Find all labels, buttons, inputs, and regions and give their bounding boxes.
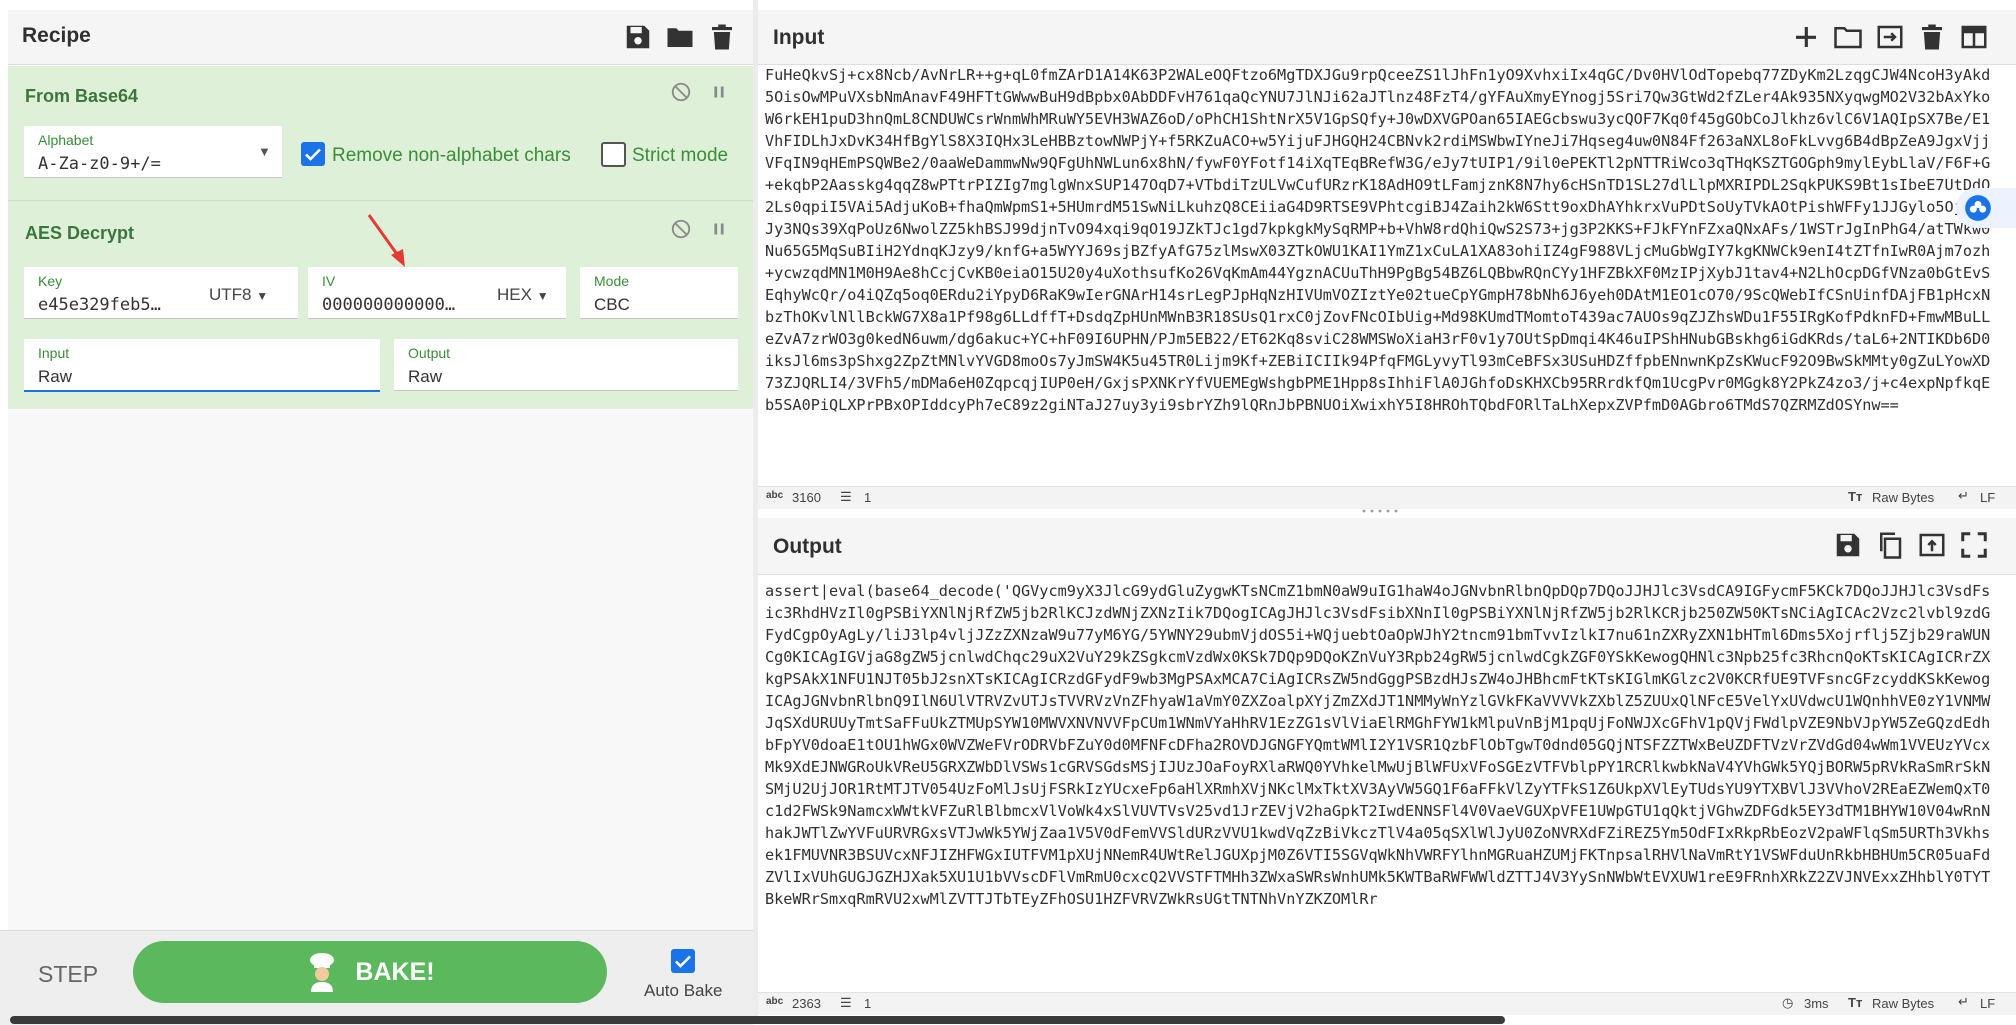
cloud-icon bbox=[1965, 195, 1991, 221]
eol-icon: ↵ bbox=[1958, 994, 1969, 1009]
bake-label: BAKE! bbox=[355, 957, 435, 986]
op-aes-decrypt: AES Decrypt Key e45e329feb5… UTF8 ▼ IV 0… bbox=[8, 201, 753, 409]
chevron-down-icon: ▼ bbox=[256, 289, 269, 303]
output-length: 2363 bbox=[792, 996, 821, 1011]
save-icon[interactable] bbox=[623, 22, 653, 52]
lines-icon: ☰ bbox=[840, 489, 852, 504]
input-length: 3160 bbox=[792, 490, 821, 505]
maximize-icon[interactable] bbox=[1959, 530, 1989, 560]
mode-value: CBC bbox=[594, 295, 630, 314]
eol-icon: ↵ bbox=[1958, 488, 1969, 503]
horizontal-scrollbar[interactable] bbox=[10, 1016, 1505, 1024]
recipe-header: Recipe bbox=[8, 10, 753, 65]
lines-icon: ☰ bbox=[840, 995, 852, 1010]
chevron-down-icon: ▼ bbox=[536, 289, 549, 303]
folder-icon[interactable] bbox=[665, 22, 695, 52]
iv-encoding-dropdown[interactable]: HEX ▼ bbox=[497, 285, 549, 305]
remove-nonalpha-checkbox[interactable] bbox=[301, 142, 325, 166]
input-status-bar: abc 3160 ☰ 1 Tт Raw Bytes ↵ LF bbox=[758, 486, 2016, 509]
copy-icon[interactable] bbox=[1875, 530, 1905, 560]
length-icon: abc bbox=[766, 490, 784, 501]
disable-icon[interactable] bbox=[670, 81, 692, 103]
recipe-title: Recipe bbox=[22, 24, 91, 47]
check-icon bbox=[675, 955, 691, 968]
mode-label: Mode bbox=[594, 273, 630, 289]
length-icon: abc bbox=[766, 996, 784, 1007]
open-folder-icon[interactable] bbox=[1833, 22, 1863, 52]
chef-icon bbox=[305, 952, 339, 992]
iv-label: IV bbox=[322, 273, 336, 289]
output-lines: 1 bbox=[864, 996, 872, 1011]
pane-divider[interactable] bbox=[753, 0, 758, 1024]
strict-mode-label: Strict mode bbox=[632, 145, 729, 166]
disable-icon[interactable] bbox=[670, 218, 692, 240]
step-button[interactable]: STEP bbox=[38, 961, 98, 988]
recipe-empty-area bbox=[8, 410, 753, 930]
output-format[interactable]: Raw Bytes bbox=[1872, 996, 1934, 1011]
annotation-arrow-icon bbox=[367, 214, 405, 267]
trash-icon[interactable] bbox=[707, 22, 737, 52]
import-icon[interactable] bbox=[1875, 22, 1905, 52]
chevron-down-icon: ▼ bbox=[258, 144, 271, 159]
alphabet-label: Alphabet bbox=[38, 132, 94, 148]
check-icon bbox=[305, 148, 321, 161]
auto-bake-label: Auto Bake bbox=[644, 981, 723, 1000]
pause-icon[interactable] bbox=[708, 218, 730, 240]
output-header: Output bbox=[758, 518, 2016, 575]
input-header: Input bbox=[758, 10, 2016, 65]
pause-icon[interactable] bbox=[708, 81, 730, 103]
op-aes-decrypt-title: AES Decrypt bbox=[25, 223, 135, 243]
input-eol[interactable]: LF bbox=[1980, 490, 1995, 505]
text-format-icon: Tт bbox=[1848, 489, 1863, 504]
input-format-value: Raw bbox=[38, 367, 73, 386]
op-from-base64-title: From Base64 bbox=[25, 86, 139, 106]
output-format-label: Output bbox=[408, 345, 451, 361]
output-eol[interactable]: LF bbox=[1980, 996, 1995, 1011]
output-time: 3ms bbox=[1804, 996, 1829, 1011]
output-textarea[interactable]: assert|eval(base64_decode('QGVycm9yX3Jlc… bbox=[765, 580, 1997, 991]
input-format[interactable]: Raw Bytes bbox=[1872, 490, 1934, 505]
input-title: Input bbox=[773, 26, 825, 49]
key-value: e45e329feb5… bbox=[38, 295, 161, 315]
key-label: Key bbox=[38, 273, 63, 289]
layout-icon[interactable] bbox=[1959, 22, 1989, 52]
key-encoding-value: UTF8 bbox=[209, 285, 252, 304]
input-format-label: Input bbox=[38, 345, 70, 361]
output-status-bar: abc 2363 ☰ 1 ◷ 3ms Tт Raw Bytes ↵ LF bbox=[758, 992, 2016, 1015]
remove-nonalpha-label: Remove non-alphabet chars bbox=[332, 145, 571, 166]
input-lines: 1 bbox=[864, 490, 872, 505]
iv-encoding-value: HEX bbox=[497, 285, 532, 304]
bake-button[interactable]: BAKE! bbox=[133, 941, 607, 1003]
text-format-icon: Tт bbox=[1848, 995, 1863, 1010]
resize-grip-icon[interactable] bbox=[1360, 509, 1400, 513]
key-field[interactable]: Key e45e329feb5… UTF8 ▼ bbox=[24, 267, 298, 319]
iv-field[interactable]: IV 000000000000… HEX ▼ bbox=[308, 267, 566, 319]
output-format-select[interactable]: Output Raw bbox=[394, 339, 738, 391]
clock-icon: ◷ bbox=[1782, 995, 1794, 1010]
input-textarea[interactable]: FuHeQkvSj+cx8Ncb/AvNrLR++g+qL0fmZArD1A14… bbox=[765, 64, 1997, 477]
replace-input-icon[interactable] bbox=[1917, 530, 1947, 560]
trash-icon[interactable] bbox=[1917, 22, 1947, 52]
iv-value: 000000000000… bbox=[322, 295, 456, 315]
alphabet-value: A-Za-z0-9+/= bbox=[38, 154, 161, 174]
output-title: Output bbox=[773, 535, 842, 558]
recipe-pane: Recipe From Base64 Alphabet A-Za-z0-9+/=… bbox=[0, 0, 754, 1025]
auto-bake-checkbox[interactable] bbox=[671, 949, 695, 973]
floating-widget[interactable] bbox=[1956, 188, 2016, 228]
bake-bar: STEP BAKE! Auto Bake bbox=[0, 930, 753, 1025]
alphabet-select[interactable]: Alphabet A-Za-z0-9+/= ▼ bbox=[24, 126, 282, 178]
mode-select[interactable]: Mode CBC bbox=[580, 267, 738, 319]
save-icon[interactable] bbox=[1833, 530, 1863, 560]
key-encoding-dropdown[interactable]: UTF8 ▼ bbox=[209, 285, 268, 305]
add-tab-icon[interactable] bbox=[1791, 22, 1821, 52]
strict-mode-checkbox[interactable] bbox=[601, 142, 626, 167]
input-format-select[interactable]: Input Raw bbox=[24, 339, 380, 392]
output-format-value: Raw bbox=[408, 367, 443, 386]
